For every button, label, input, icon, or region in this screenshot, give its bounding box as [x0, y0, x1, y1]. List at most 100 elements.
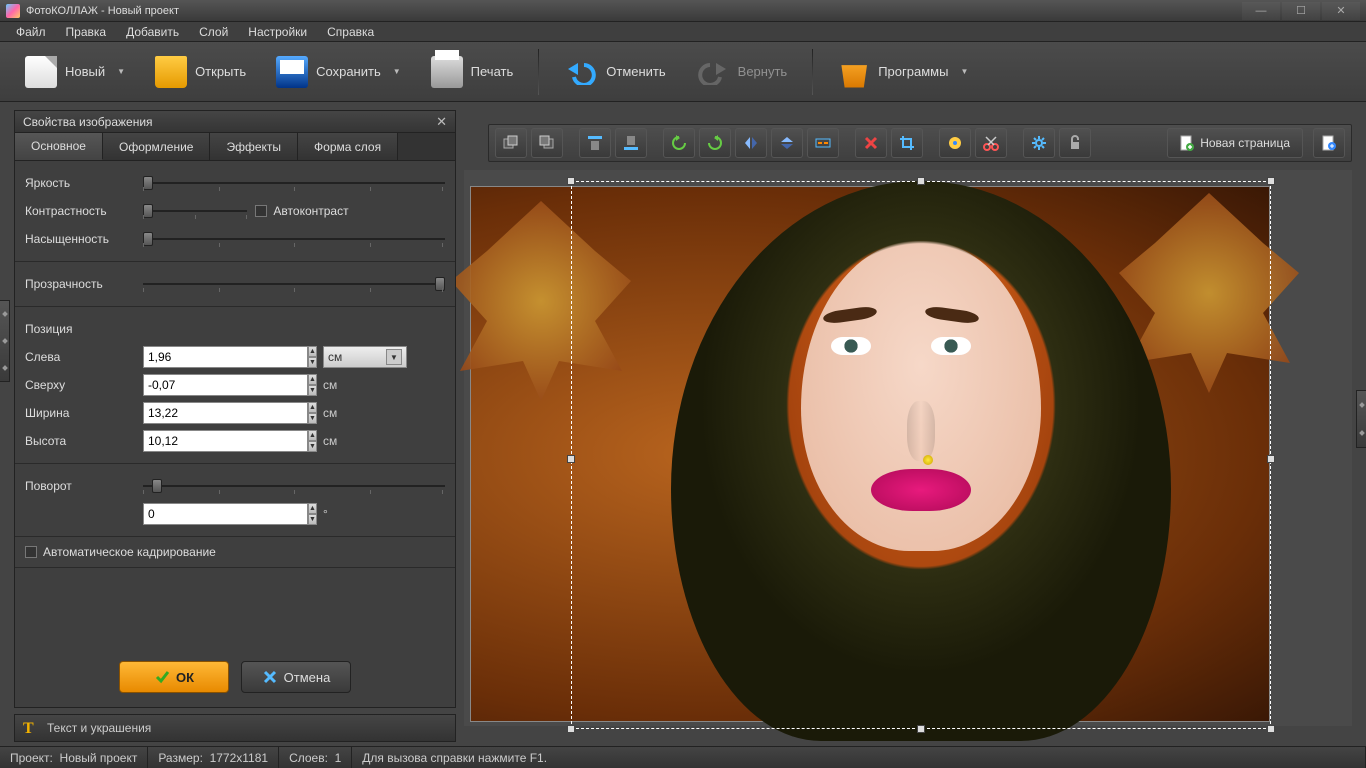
- align-bottom-button[interactable]: [615, 128, 647, 158]
- contrast-slider[interactable]: [143, 203, 247, 219]
- undo-button[interactable]: Отменить: [553, 50, 676, 94]
- flip-v-button[interactable]: [771, 128, 803, 158]
- selection-outline: [571, 181, 1271, 729]
- open-button[interactable]: Открыть: [144, 50, 257, 94]
- menu-layer[interactable]: Слой: [189, 23, 238, 41]
- text-decorations-panel[interactable]: T Текст и украшения: [14, 714, 456, 742]
- fit-width-button[interactable]: [807, 128, 839, 158]
- unit-select[interactable]: см▼: [323, 346, 407, 368]
- tab-decoration[interactable]: Оформление: [103, 133, 210, 160]
- left-label: Слева: [25, 350, 135, 364]
- programs-icon: [838, 56, 870, 88]
- canvas-toolbar: Новая страница: [488, 124, 1352, 162]
- rotation-slider[interactable]: [143, 478, 445, 494]
- height-input[interactable]: ▲▼: [143, 430, 315, 452]
- save-button[interactable]: Сохранить▼: [265, 50, 412, 94]
- panel-tabs: Основное Оформление Эффекты Форма слоя: [15, 133, 455, 161]
- redo-icon: [696, 59, 730, 85]
- replace-button[interactable]: [939, 128, 971, 158]
- resize-handle[interactable]: [1267, 725, 1275, 733]
- menu-settings[interactable]: Настройки: [238, 23, 317, 41]
- rotate-cw-button[interactable]: [699, 128, 731, 158]
- chevron-down-icon: ▼: [960, 67, 968, 76]
- width-label: Ширина: [25, 406, 135, 420]
- resize-handle[interactable]: [567, 455, 575, 463]
- titlebar: ФотоКОЛЛАЖ - Новый проект — ☐ ✕: [0, 0, 1366, 22]
- brightness-label: Яркость: [25, 176, 135, 190]
- top-input[interactable]: ▲▼: [143, 374, 315, 396]
- status-bar: Проект: Новый проект Размер: 1772x1181 С…: [0, 746, 1366, 768]
- rotation-input[interactable]: ▲▼: [143, 503, 315, 525]
- menu-edit[interactable]: Правка: [56, 23, 117, 41]
- layer-front-button[interactable]: [531, 128, 563, 158]
- crop-button[interactable]: [891, 128, 923, 158]
- tab-main[interactable]: Основное: [15, 133, 103, 160]
- chevron-down-icon: ▼: [393, 67, 401, 76]
- new-button[interactable]: Новый▼: [14, 50, 136, 94]
- lock-button[interactable]: [1059, 128, 1091, 158]
- opacity-slider[interactable]: [143, 276, 445, 292]
- print-button[interactable]: Печать: [420, 50, 525, 94]
- saturation-slider[interactable]: [143, 231, 445, 247]
- layer-back-button[interactable]: [495, 128, 527, 158]
- top-label: Сверху: [25, 378, 135, 392]
- menubar: Файл Правка Добавить Слой Настройки Спра…: [0, 22, 1366, 42]
- resize-handle[interactable]: [567, 177, 575, 185]
- opacity-label: Прозрачность: [25, 277, 135, 291]
- close-icon: [262, 669, 278, 685]
- open-icon: [155, 56, 187, 88]
- canvas[interactable]: [470, 186, 1270, 722]
- redo-button[interactable]: Вернуть: [685, 50, 799, 94]
- height-label: Высота: [25, 434, 135, 448]
- left-flyout[interactable]: [0, 300, 10, 382]
- check-icon: [154, 669, 170, 685]
- left-input[interactable]: ▲▼: [143, 346, 315, 368]
- autocrop-checkbox[interactable]: Автоматическое кадрирование: [25, 545, 445, 559]
- resize-handle[interactable]: [567, 725, 575, 733]
- position-label: Позиция: [25, 322, 72, 336]
- rotation-handle[interactable]: [923, 455, 933, 465]
- maximize-button[interactable]: ☐: [1282, 2, 1320, 20]
- chevron-down-icon: ▼: [117, 67, 125, 76]
- close-button[interactable]: ✕: [1322, 2, 1360, 20]
- autocontrast-checkbox[interactable]: Автоконтраст: [255, 204, 348, 218]
- minimize-button[interactable]: —: [1242, 2, 1280, 20]
- delete-button[interactable]: [855, 128, 887, 158]
- brightness-slider[interactable]: [143, 175, 445, 191]
- contrast-label: Контрастность: [25, 204, 135, 218]
- ok-button[interactable]: ОК: [119, 661, 229, 693]
- main-toolbar: Новый▼ Открыть Сохранить▼ Печать Отменит…: [0, 42, 1366, 102]
- programs-button[interactable]: Программы▼: [827, 50, 979, 94]
- menu-file[interactable]: Файл: [6, 23, 56, 41]
- tab-shape[interactable]: Форма слоя: [298, 133, 398, 160]
- panel-title: Свойства изображения ✕: [15, 111, 455, 133]
- right-flyout[interactable]: [1356, 390, 1366, 448]
- panel-close-button[interactable]: ✕: [436, 114, 447, 130]
- page-settings-button[interactable]: [1313, 128, 1345, 158]
- save-icon: [276, 56, 308, 88]
- settings-button[interactable]: [1023, 128, 1055, 158]
- width-input[interactable]: ▲▼: [143, 402, 315, 424]
- align-top-button[interactable]: [579, 128, 611, 158]
- resize-handle[interactable]: [917, 725, 925, 733]
- menu-help[interactable]: Справка: [317, 23, 384, 41]
- new-page-button[interactable]: Новая страница: [1167, 128, 1303, 158]
- print-icon: [431, 56, 463, 88]
- flip-h-button[interactable]: [735, 128, 767, 158]
- resize-handle[interactable]: [1267, 177, 1275, 185]
- page-add-icon: [1180, 135, 1194, 151]
- cancel-button[interactable]: Отмена: [241, 661, 351, 693]
- rotation-label: Поворот: [25, 479, 135, 493]
- menu-add[interactable]: Добавить: [116, 23, 189, 41]
- image-properties-panel: Свойства изображения ✕ Основное Оформлен…: [14, 110, 456, 708]
- resize-handle[interactable]: [917, 177, 925, 185]
- canvas-area[interactable]: [464, 170, 1352, 726]
- new-icon: [25, 56, 57, 88]
- tab-effects[interactable]: Эффекты: [210, 133, 298, 160]
- window-title: ФотоКОЛЛАЖ - Новый проект: [26, 5, 179, 17]
- resize-handle[interactable]: [1267, 455, 1275, 463]
- app-icon: [6, 4, 20, 18]
- rotate-ccw-button[interactable]: [663, 128, 695, 158]
- undo-icon: [564, 59, 598, 85]
- cut-button[interactable]: [975, 128, 1007, 158]
